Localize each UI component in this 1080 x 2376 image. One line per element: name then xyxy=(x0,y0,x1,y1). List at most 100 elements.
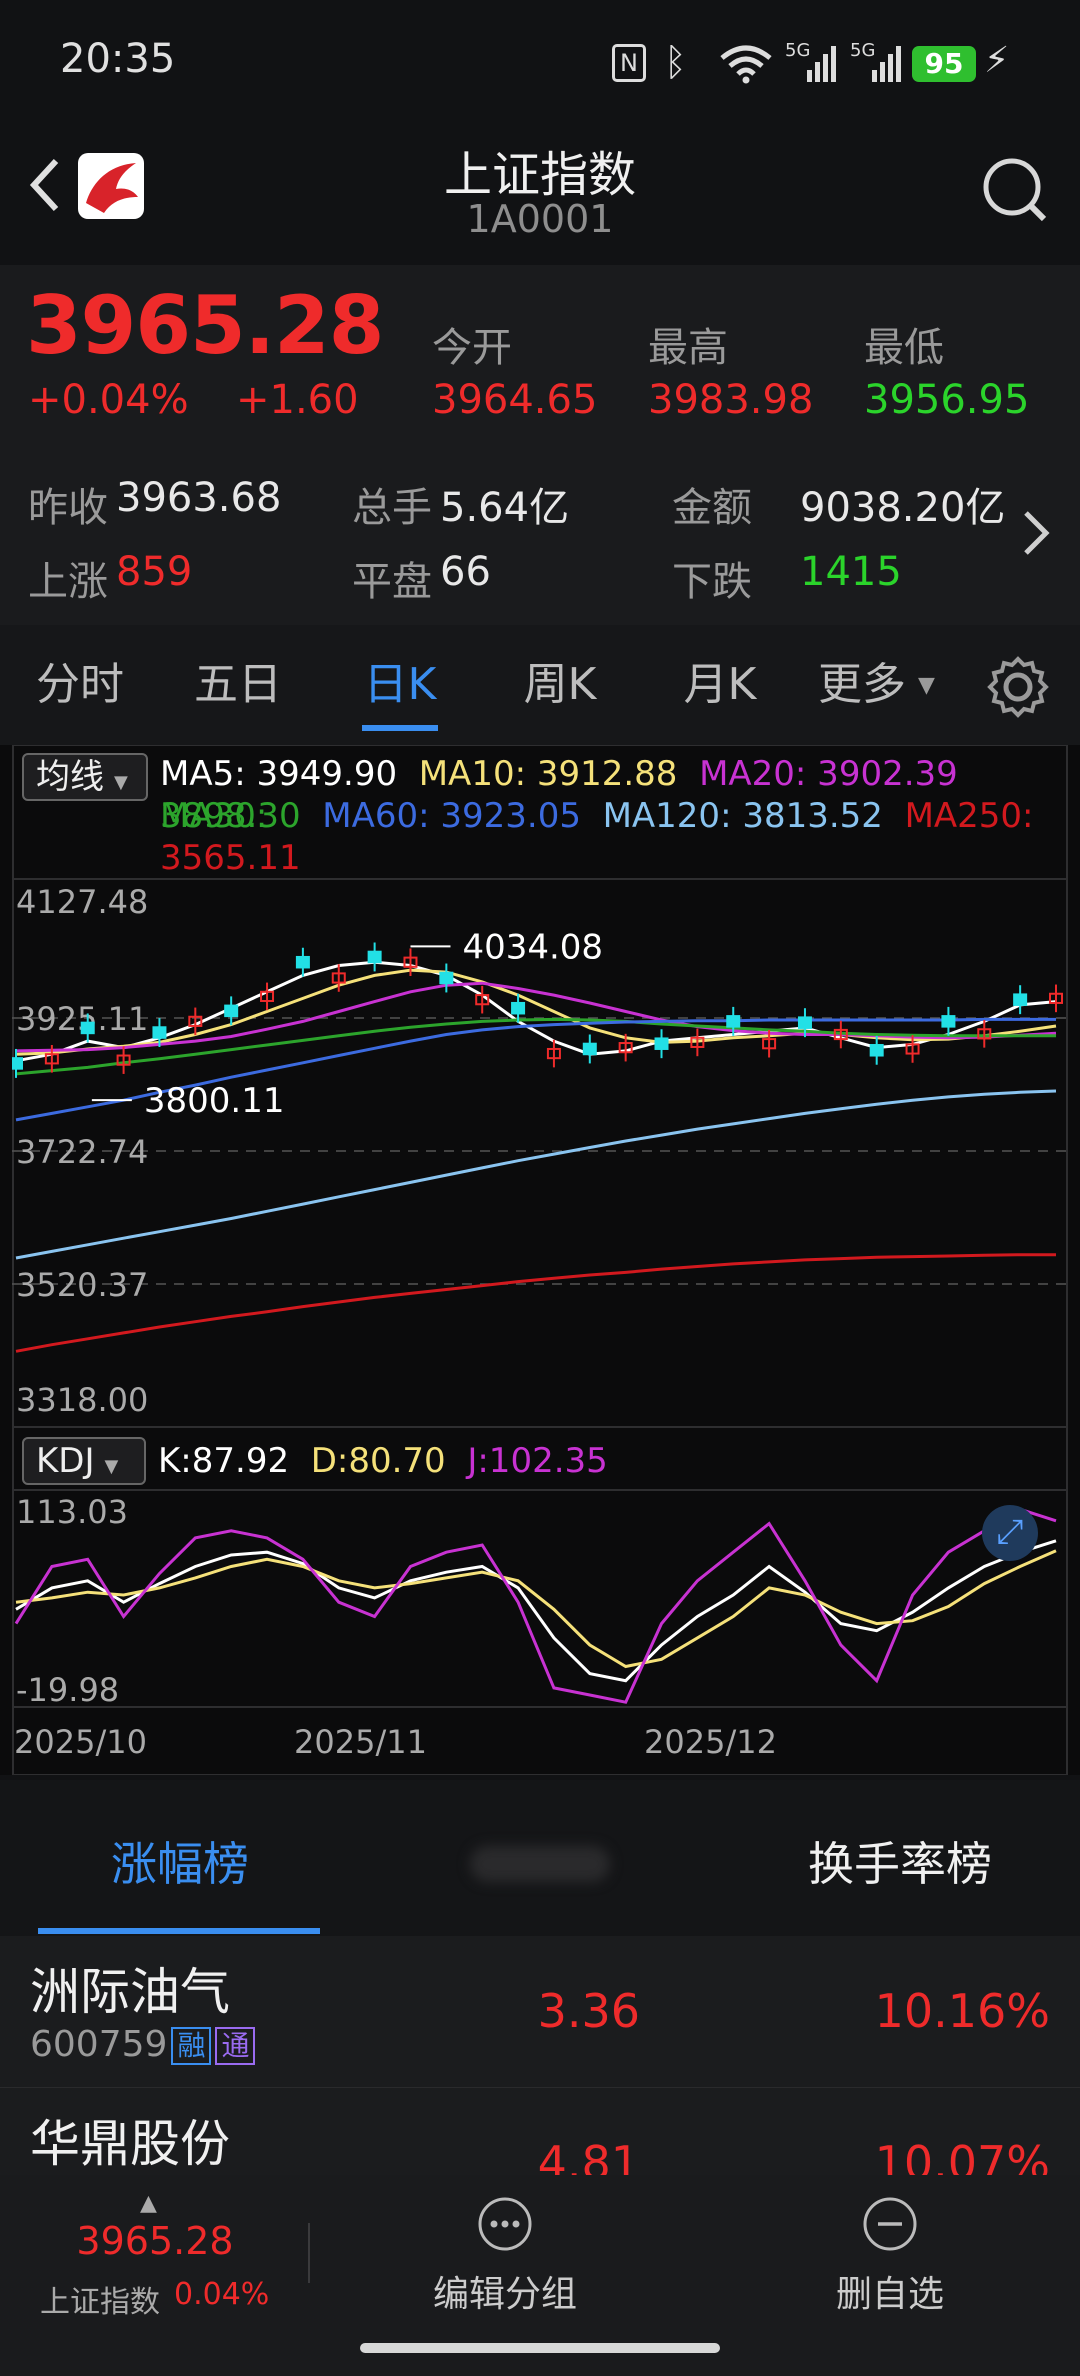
blurred-tab[interactable] xyxy=(470,1846,610,1882)
signal-icon: 5G xyxy=(785,40,845,84)
kdj-line-d xyxy=(15,1549,1057,1669)
rank-tab-indicator xyxy=(38,1928,320,1934)
prev-close-label: 昨收 xyxy=(28,485,108,531)
low-value: 3956.95 xyxy=(864,377,1030,423)
candle-body xyxy=(224,1004,239,1018)
tab-turnover[interactable]: 换手率榜 xyxy=(780,1828,1020,1894)
tab-weekly-k[interactable]: 周K xyxy=(500,625,620,745)
caret-up-icon[interactable]: ▲ xyxy=(140,2191,157,2216)
candle-body xyxy=(869,1044,884,1057)
up-count: 859 xyxy=(116,549,193,595)
kdj-legend: K:87.92 D:80.70 J:102.35 xyxy=(158,1441,608,1481)
current-price: 3965.28 xyxy=(26,279,384,372)
wifi-icon xyxy=(720,45,772,84)
up-label: 上涨 xyxy=(28,559,108,605)
page-title: 上证指数 xyxy=(443,147,636,203)
down-label: 下跌 xyxy=(672,559,752,605)
bottom-index-name: 上证指数 xyxy=(40,2285,160,2320)
stock-change: 10.16% xyxy=(874,1984,1050,2038)
candle-body xyxy=(295,955,310,969)
minus-circle-icon xyxy=(863,2197,917,2251)
connect-tag: 通 xyxy=(215,2027,256,2065)
change-value: +1.60 xyxy=(236,377,359,423)
candle-body xyxy=(726,1015,741,1028)
stock-name: 洲际油气 xyxy=(30,1963,230,2021)
list-item[interactable]: 华鼎股份 4.81 10.07% xyxy=(0,2090,1080,2180)
edit-group-button[interactable]: 编辑分组 xyxy=(420,2195,590,2325)
volume-value: 5.64亿 xyxy=(440,485,570,531)
high-label: 最高 xyxy=(648,325,728,371)
index-code: 1A0001 xyxy=(466,197,614,241)
ma-line-ma250 xyxy=(15,1253,1056,1353)
battery-icon: 95 xyxy=(912,46,976,82)
flat-count: 66 xyxy=(440,549,491,595)
tab-monthly-k[interactable]: 月K xyxy=(660,625,780,745)
signal-icon: 5G xyxy=(850,40,910,84)
x-tick-label: 2025/10 xyxy=(14,1723,147,1761)
y-tick-label: 3722.74 xyxy=(16,1133,148,1171)
bottom-bar: ▲ 3965.28 上证指数 0.04% 编辑分组 删自选 xyxy=(0,2175,1080,2376)
kdj-j-label: J:102.35 xyxy=(467,1441,608,1481)
kline-chart-panel[interactable]: 均线 ▼ MA5: 3949.90 MA10: 3912.88 MA20: 390… xyxy=(0,745,1080,1775)
home-indicator xyxy=(360,2343,720,2353)
change-percent: +0.04% xyxy=(28,377,189,423)
tab-gainers[interactable]: 涨幅榜 xyxy=(40,1828,320,1894)
top-bar: 上证指数 1A0001 xyxy=(0,125,1080,265)
ma-line-ma10 xyxy=(15,968,1057,1056)
bottom-index-price: 3965.28 xyxy=(76,2219,234,2263)
open-label: 今开 xyxy=(432,325,512,371)
flat-label: 平盘 xyxy=(352,559,432,605)
x-tick-label: 2025/12 xyxy=(644,1723,777,1761)
y-tick-label: 4127.48 xyxy=(16,883,148,921)
amount-label: 金额 xyxy=(672,485,752,531)
chevron-right-icon[interactable] xyxy=(1016,505,1056,561)
settings-gear-icon[interactable] xyxy=(986,655,1050,719)
kline-svg: 4127.483925.113722.743520.373318.002025/… xyxy=(12,745,1068,1775)
search-icon[interactable] xyxy=(980,155,1050,225)
quote-panel: 3965.28 +0.04% +1.60 今开 3964.65 最高 3983.… xyxy=(0,265,1080,625)
stock-price: 3.36 xyxy=(537,1984,640,2038)
kdj-k-label: K:87.92 xyxy=(158,1441,290,1481)
candle-body xyxy=(12,1057,23,1070)
candle-body xyxy=(1013,993,1028,1006)
status-time: 20:35 xyxy=(60,36,176,82)
candle-body xyxy=(511,1001,526,1015)
charging-icon: ⚡ xyxy=(984,40,1010,81)
margin-tag: 融 xyxy=(171,2027,212,2065)
expand-icon[interactable]: ⤢ xyxy=(982,1505,1038,1561)
tab-five-day[interactable]: 五日 xyxy=(178,625,298,745)
remove-watchlist-button[interactable]: 删自选 xyxy=(820,2195,960,2325)
rank-tabs: 涨幅榜 换手率榜 xyxy=(0,1780,1080,1936)
down-count: 1415 xyxy=(800,549,902,595)
stock-price: 4.81 xyxy=(537,2136,640,2180)
y-tick-label: 3520.37 xyxy=(16,1266,148,1304)
volume-label: 总手 xyxy=(352,485,432,531)
y-tick-label: 3318.00 xyxy=(16,1381,148,1419)
candle-body xyxy=(439,971,454,985)
candle-body xyxy=(654,1037,669,1050)
tab-more[interactable]: 更多 xyxy=(812,625,912,745)
list-item[interactable]: 洲际油气 600759 融通 3.36 10.16% xyxy=(0,1938,1080,2088)
back-icon[interactable] xyxy=(24,155,64,215)
kdj-d-label: D:80.70 xyxy=(310,1441,446,1481)
divider xyxy=(308,2223,310,2283)
tab-intraday[interactable]: 分时 xyxy=(20,625,140,745)
amount-value: 9038.20亿 xyxy=(800,485,1006,531)
more-icon xyxy=(478,2197,532,2251)
remove-watchlist-label: 删自选 xyxy=(835,2274,944,2315)
low-label: 最低 xyxy=(864,325,944,371)
candle-body xyxy=(582,1042,597,1056)
kdj-line-j xyxy=(14,1507,1057,1704)
bluetooth-icon: ᛒ xyxy=(664,40,687,84)
caret-down-icon: ▼ xyxy=(918,673,935,698)
candle-body xyxy=(797,1016,812,1029)
nfc-icon: N xyxy=(612,44,646,82)
bottom-index-pct: 0.04% xyxy=(174,2277,270,2312)
stock-code: 600759 融通 xyxy=(30,2024,256,2065)
status-bar: 20:35 N ᛒ 5G 5G 95 ⚡ xyxy=(0,0,1080,125)
kdj-selector-dropdown[interactable]: KDJ ▼ xyxy=(22,1437,146,1485)
high-value: 3983.98 xyxy=(648,377,814,423)
candle-body xyxy=(941,1015,956,1028)
period-tabs: 分时 五日 日K 周K 月K 更多 ▼ xyxy=(0,625,1080,745)
stock-name: 华鼎股份 xyxy=(30,2115,230,2173)
